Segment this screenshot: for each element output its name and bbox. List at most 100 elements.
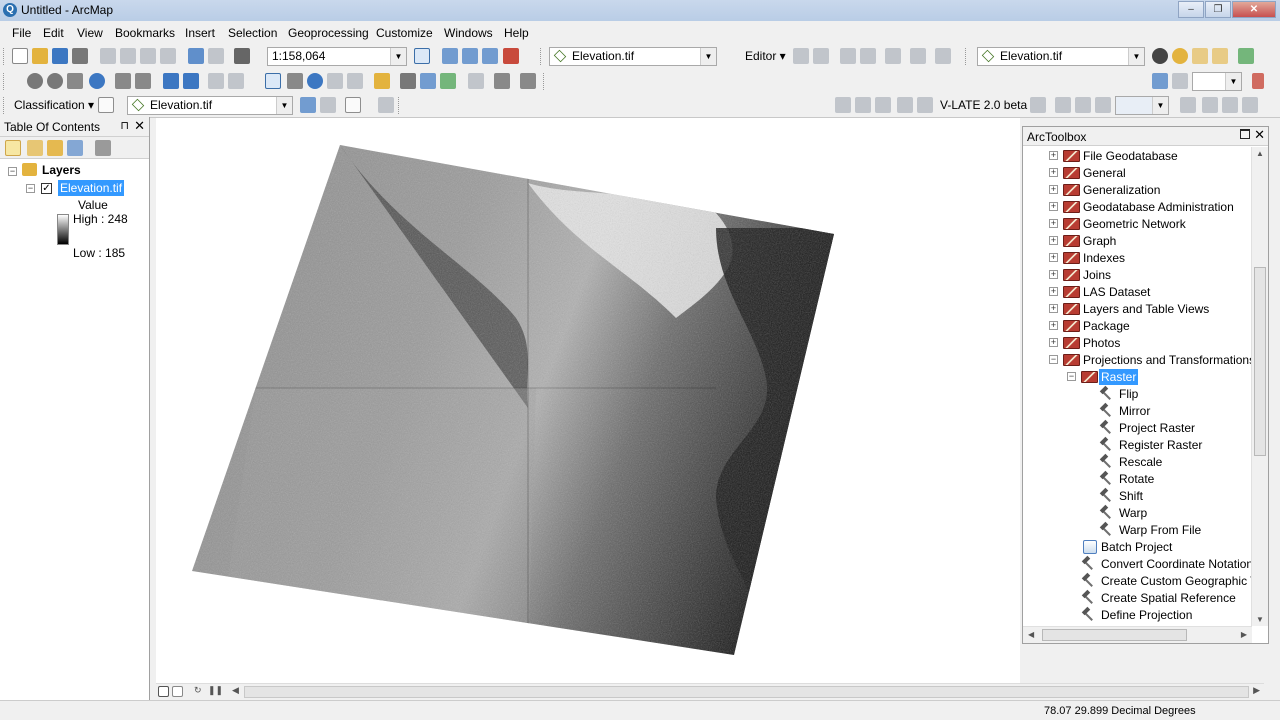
link-icon[interactable] xyxy=(1172,73,1188,89)
fixed-zoom-in-icon[interactable] xyxy=(115,73,131,89)
arctoolbox-vertical-scrollbar[interactable]: ▲ ▼ xyxy=(1251,147,1268,626)
plugin-tool-8-icon[interactable] xyxy=(1075,97,1091,113)
menu-customize[interactable]: Customize xyxy=(376,26,433,40)
table-of-contents-icon[interactable] xyxy=(442,48,458,64)
edit-annotation-icon[interactable] xyxy=(813,48,829,64)
expand-icon[interactable]: + xyxy=(1049,253,1058,262)
plugin-tool-2-icon[interactable] xyxy=(855,97,871,113)
toolbar-grip[interactable] xyxy=(540,48,543,65)
scroll-thumb[interactable] xyxy=(1254,267,1266,456)
map-view[interactable] xyxy=(156,118,1020,683)
toolbar-grip[interactable] xyxy=(398,97,401,114)
straight-segment-icon[interactable] xyxy=(840,48,856,64)
toolbar-grip[interactable] xyxy=(543,73,546,90)
menu-bookmarks[interactable]: Bookmarks xyxy=(115,26,175,40)
arctoolbox-horizontal-scrollbar[interactable]: ◀ ▶ xyxy=(1023,626,1252,643)
measure-icon[interactable] xyxy=(374,73,390,89)
image-analysis-layer-combo[interactable]: Elevation.tif ▼ xyxy=(977,47,1145,66)
undo-icon[interactable] xyxy=(188,48,204,64)
flag-icon[interactable] xyxy=(1252,73,1264,89)
collapse-icon[interactable]: − xyxy=(1067,372,1076,381)
collapse-icon[interactable]: − xyxy=(1049,355,1058,364)
classification-menu[interactable]: Classification ▾ xyxy=(14,98,94,112)
list-by-selection-icon[interactable] xyxy=(67,140,83,156)
restore-button[interactable]: ❐ xyxy=(1205,1,1231,18)
swipe-icon[interactable] xyxy=(1212,48,1228,64)
full-extent-icon[interactable] xyxy=(89,73,105,89)
expand-icon[interactable]: + xyxy=(1049,219,1058,228)
zoom-in-icon[interactable] xyxy=(27,73,43,89)
scroll-left-icon[interactable]: ◀ xyxy=(1028,630,1034,639)
select-elements-icon[interactable] xyxy=(265,73,281,89)
menu-edit[interactable]: Edit xyxy=(43,26,64,40)
arcmap-app-icon[interactable]: Q xyxy=(3,3,17,17)
plugin-tool-1-icon[interactable] xyxy=(835,97,851,113)
scroll-thumb[interactable] xyxy=(1042,629,1187,641)
plugin-tool-6-icon[interactable] xyxy=(1030,97,1046,113)
options-icon[interactable] xyxy=(95,140,111,156)
plugin-combo[interactable]: ▼ xyxy=(1115,96,1169,115)
toolbar-grip[interactable] xyxy=(3,97,6,114)
transparency-icon[interactable] xyxy=(1192,48,1208,64)
identify-icon[interactable] xyxy=(307,73,323,89)
scroll-right-icon[interactable]: ▶ xyxy=(1253,685,1260,696)
hyperlink-icon[interactable] xyxy=(327,73,343,89)
zoom-out-icon[interactable] xyxy=(47,73,63,89)
copy-icon[interactable] xyxy=(120,48,136,64)
plugin-tool-13-icon[interactable] xyxy=(1242,97,1258,113)
delete-icon[interactable] xyxy=(160,48,176,64)
scroll-left-icon[interactable]: ◀ xyxy=(232,685,239,696)
sample-polygon-icon[interactable] xyxy=(345,97,361,113)
toolbar-grip[interactable] xyxy=(965,48,968,65)
georeference-icon[interactable] xyxy=(1152,73,1168,89)
redo-icon[interactable] xyxy=(208,48,224,64)
chevron-down-icon[interactable]: ▼ xyxy=(1225,73,1241,90)
refresh-icon[interactable]: ↻ xyxy=(194,685,202,696)
expand-icon[interactable]: + xyxy=(1049,185,1058,194)
plugin-tool-10-icon[interactable] xyxy=(1180,97,1196,113)
find-route-icon[interactable] xyxy=(420,73,436,89)
zoom-combo[interactable]: ▼ xyxy=(1192,72,1242,91)
html-popup-icon[interactable] xyxy=(287,73,303,89)
layers-group[interactable]: Layers xyxy=(42,163,81,177)
minimize-button[interactable]: – xyxy=(1178,1,1204,18)
save-icon[interactable] xyxy=(52,48,68,64)
menu-insert[interactable]: Insert xyxy=(185,26,215,40)
layer-elevation[interactable]: Elevation.tif xyxy=(58,180,125,196)
split-icon[interactable] xyxy=(935,48,951,64)
pan-icon[interactable] xyxy=(67,73,83,89)
menu-windows[interactable]: Windows xyxy=(444,26,493,40)
editor-toolbar-icon[interactable] xyxy=(414,48,430,64)
scroll-thumb[interactable] xyxy=(244,686,1249,698)
layout-view-icon[interactable] xyxy=(172,686,183,697)
menu-geoprocessing[interactable]: Geoprocessing xyxy=(288,26,369,40)
expand-icon[interactable]: + xyxy=(1049,304,1058,313)
select-by-rectangle-icon[interactable] xyxy=(208,73,224,89)
expand-icon[interactable]: + xyxy=(1049,151,1058,160)
close-button[interactable]: ✕ xyxy=(1232,1,1276,18)
contrast-icon[interactable] xyxy=(1152,48,1168,64)
print-icon[interactable] xyxy=(72,48,88,64)
draw-polygon-icon[interactable] xyxy=(98,97,114,113)
go-forward-icon[interactable] xyxy=(183,73,199,89)
cut-icon[interactable] xyxy=(100,48,116,64)
add-data-icon[interactable] xyxy=(234,48,250,64)
paste-icon[interactable] xyxy=(140,48,156,64)
trace-icon[interactable] xyxy=(860,48,876,64)
time-slider-icon[interactable] xyxy=(468,73,484,89)
classification-layer-combo[interactable]: Elevation.tif ▼ xyxy=(127,96,293,115)
plugin-tool-5-icon[interactable] xyxy=(917,97,933,113)
find-icon[interactable] xyxy=(400,73,416,89)
toc-close-icon[interactable]: ✕ xyxy=(134,118,145,134)
collapse-layer-icon[interactable]: − xyxy=(26,184,35,193)
brightness-icon[interactable] xyxy=(1172,48,1188,64)
chevron-down-icon[interactable]: ▼ xyxy=(1152,97,1168,114)
toolbar-grip[interactable] xyxy=(3,73,6,90)
arctoolbox-icon[interactable] xyxy=(503,48,519,64)
list-by-visibility-icon[interactable] xyxy=(47,140,63,156)
html-icon[interactable] xyxy=(347,73,363,89)
chevron-down-icon[interactable]: ▼ xyxy=(276,97,292,114)
map-horizontal-scrollbar[interactable]: ↻ ❚❚ ◀ ▶ xyxy=(156,683,1264,700)
map-scale-combo[interactable]: 1:158,064 ▼ xyxy=(267,47,407,66)
arctoolbox-close-icon[interactable]: ✕ xyxy=(1254,127,1265,143)
